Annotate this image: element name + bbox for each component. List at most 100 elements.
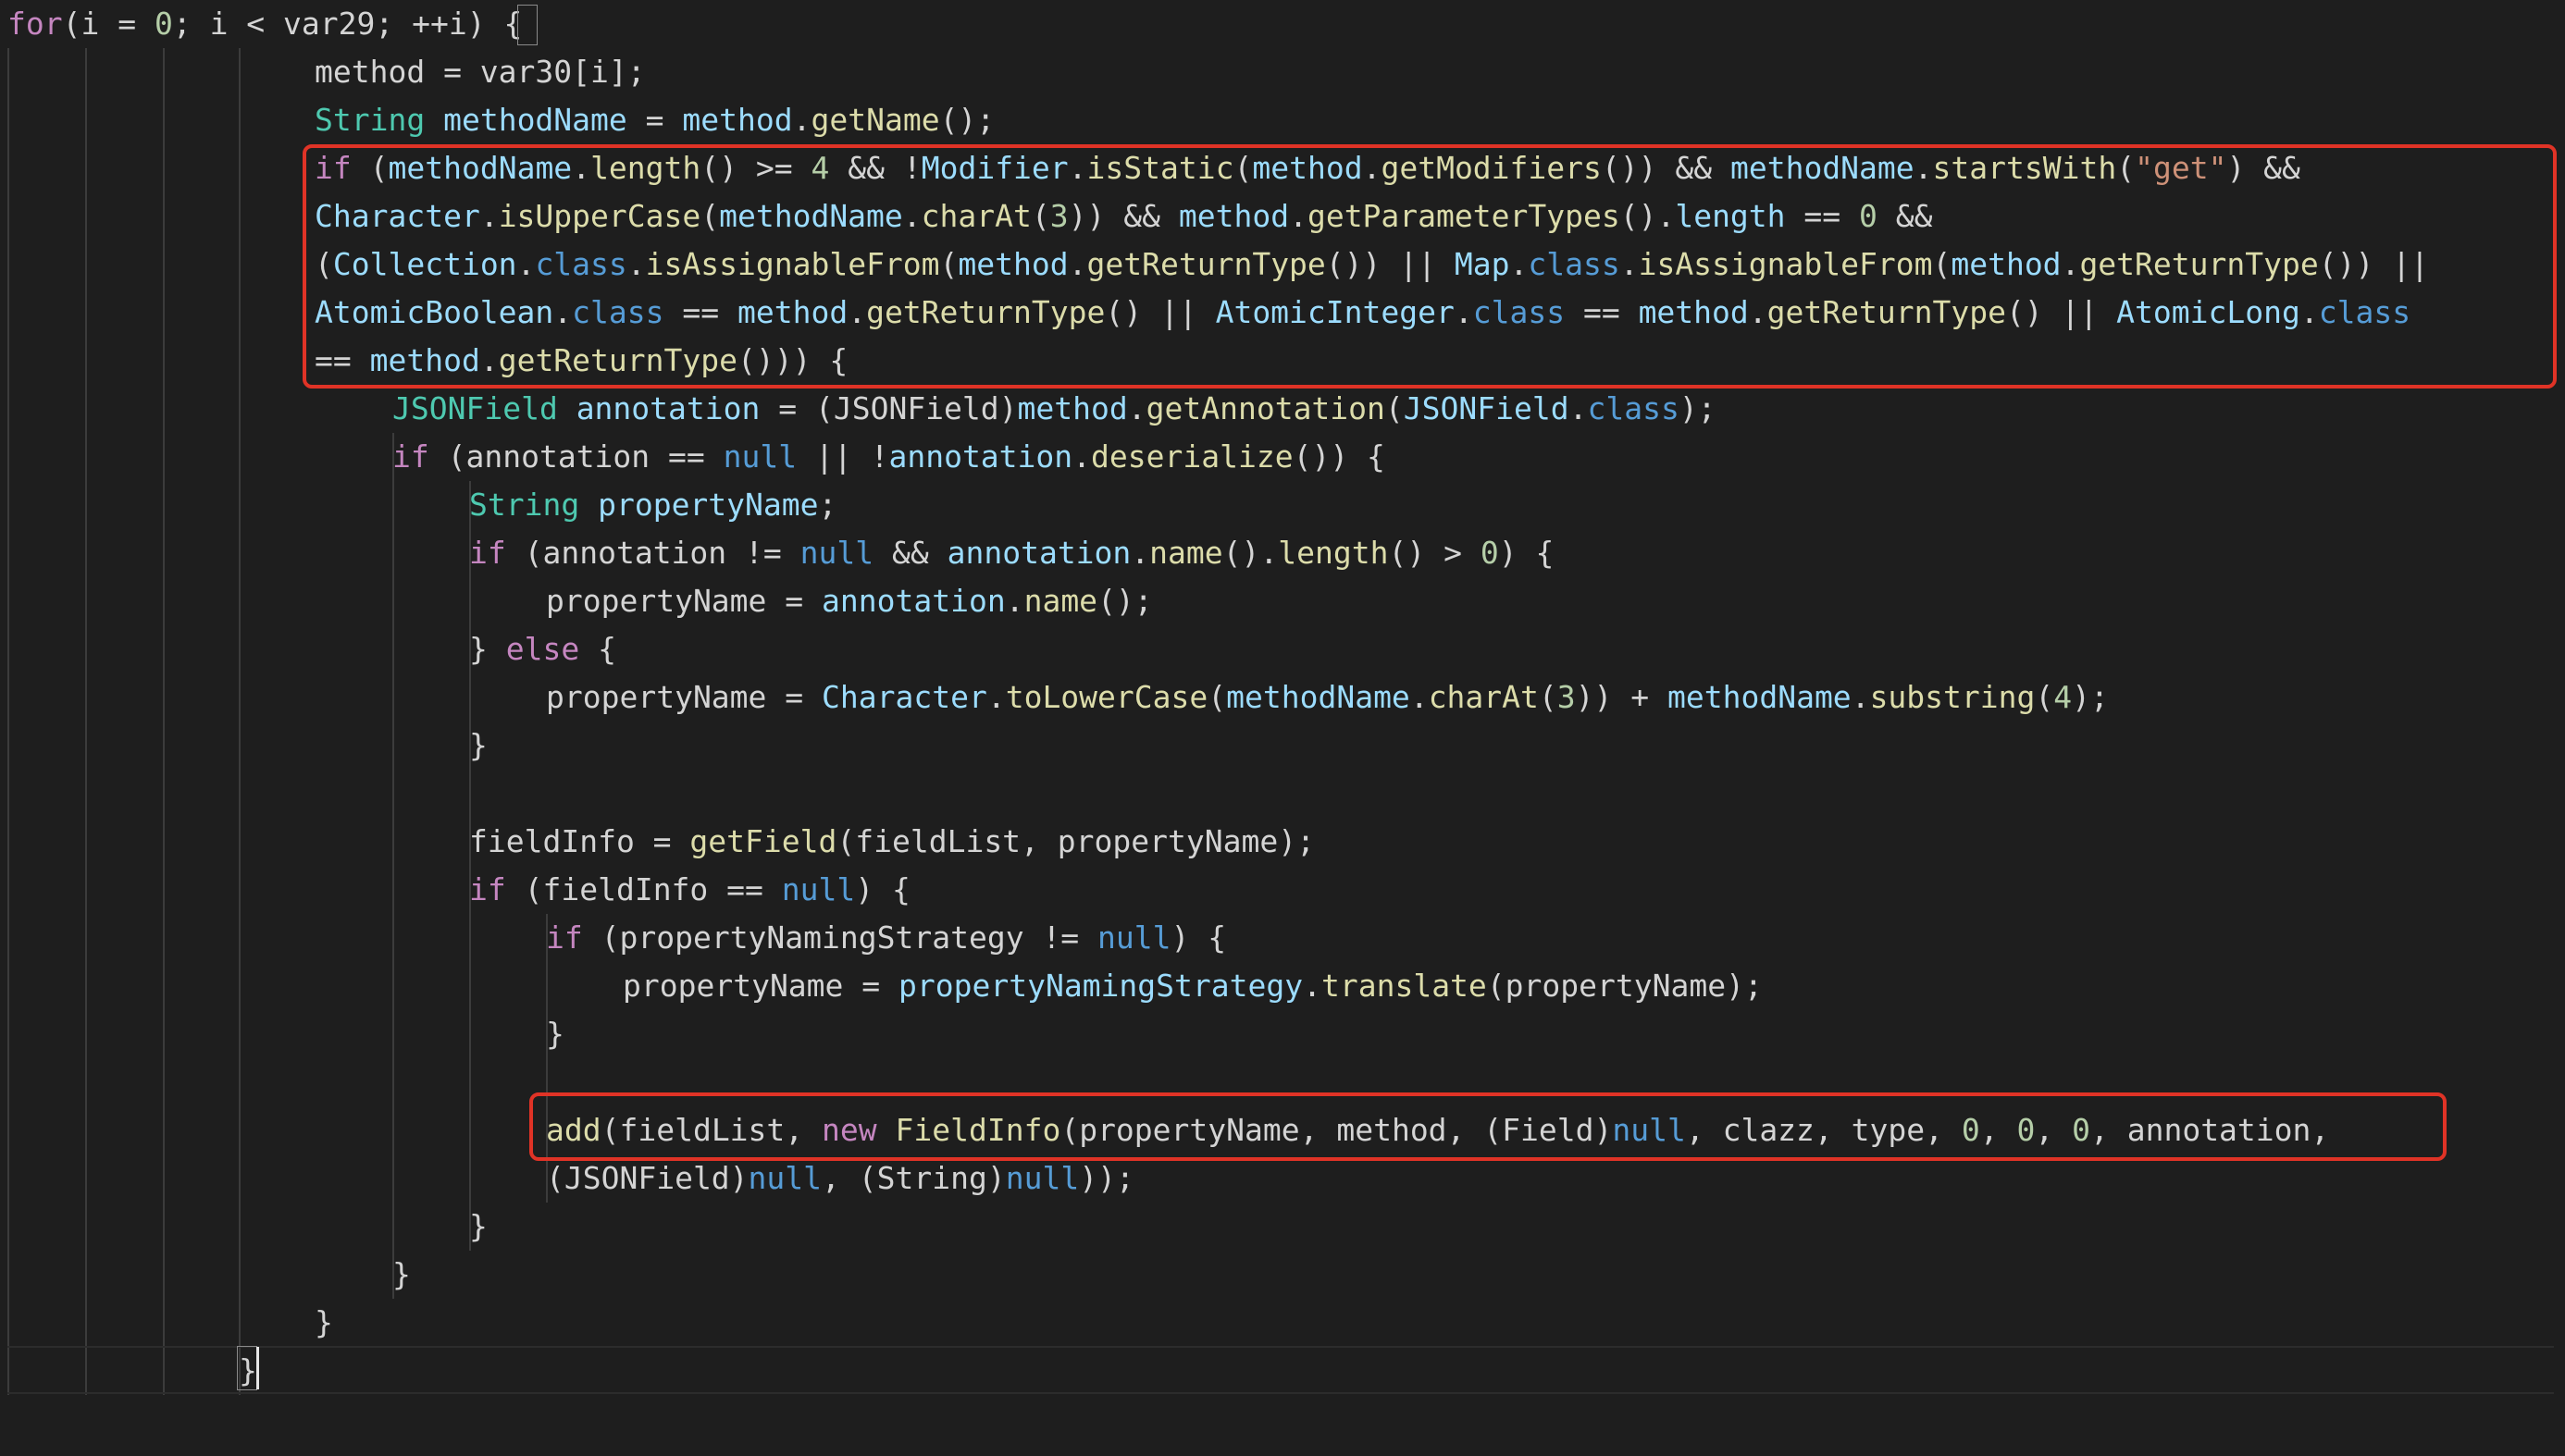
code-token: (fieldList, propertyName); [836,823,1315,859]
code-token: null [748,1160,823,1196]
code-token: ; i < var29; ++i) [172,6,504,42]
code-token: ( [1538,679,1557,715]
code-token: method [1017,390,1128,426]
code-token: String [315,102,426,138]
code-token: (propertyNamingStrategy != [582,919,1098,956]
code-token: (fieldInfo == [505,871,782,907]
code-token: . [1568,390,1588,426]
code-line[interactable]: (JSONField)null, (String)null)); [0,1154,2565,1203]
code-editor[interactable]: for(i = 0; i < var29; ++i) { method = var… [0,0,2565,1456]
code-token: deserialize [1091,438,1294,475]
code-token: getName [811,102,940,138]
code-token: getField [689,823,837,859]
code-token: ( [1208,679,1227,715]
code-token: ) { [1498,535,1555,571]
code-token: ( [1384,390,1404,426]
code-token: methodName [1667,679,1852,715]
code-token: else [505,631,580,667]
annotation-box-method-condition [303,144,2557,389]
code-token: translate [1320,968,1487,1004]
code-token: . [1127,390,1146,426]
code-token: if [469,871,506,907]
code-token: { [579,631,616,667]
code-line[interactable]: for(i = 0; i < var29; ++i) { [0,0,2565,48]
code-token: JSONField [1403,390,1569,426]
code-token: if [546,919,583,956]
code-token: } [469,727,488,763]
code-token: ()) { [1293,438,1385,475]
code-token: null [1097,919,1171,956]
code-token: . [1131,535,1150,571]
code-token: . [1005,583,1024,619]
code-token: propertyName = [546,679,823,715]
code-token: (propertyName); [1486,968,1763,1004]
code-line[interactable]: propertyName = annotation.name(); [0,577,2565,625]
code-token: ) { [1171,919,1227,956]
code-line[interactable]: if (annotation == null || !annotation.de… [0,433,2565,481]
code-token: ); [1679,390,1716,426]
code-token: if [392,438,429,475]
code-token: ( [2035,679,2054,715]
code-token: Character [822,679,987,715]
code-token: class [1587,390,1679,426]
code-token: || ! [797,438,889,475]
code-token: getAnnotation [1146,390,1385,426]
code-token: annotation [576,390,761,426]
code-line[interactable]: } [0,722,2565,770]
code-line[interactable]: if (annotation != null && annotation.nam… [0,529,2565,577]
code-line[interactable]: } [0,1203,2565,1251]
code-token: (); [1097,583,1153,619]
code-token: (); [939,102,996,138]
code-token: )) + [1575,679,1667,715]
code-line[interactable]: } [0,1299,2565,1347]
code-token: annotation [947,535,1132,571]
code-token: = (JSONField) [760,390,1018,426]
code-token: } [392,1256,411,1292]
code-token: for [7,6,63,42]
matching-bracket-open [517,5,538,45]
code-token: } [546,1016,564,1052]
code-token: (i = [62,6,155,42]
code-token: () > [1388,535,1481,571]
code-line[interactable]: JSONField annotation = (JSONField)method… [0,385,2565,433]
code-line[interactable]: if (propertyNamingStrategy != null) { [0,914,2565,962]
code-line[interactable]: propertyName = propertyNamingStrategy.tr… [0,962,2565,1010]
code-token: . [1072,438,1092,475]
code-line[interactable]: String propertyName; [0,481,2565,529]
code-token: if [469,535,506,571]
code-line[interactable]: if (fieldInfo == null) { [0,866,2565,914]
code-token: (annotation != [505,535,800,571]
code-token: null [723,438,798,475]
code-line[interactable]: } [0,1347,2565,1395]
code-line[interactable]: } [0,1010,2565,1058]
code-token: null [1005,1160,1080,1196]
code-token: . [986,679,1006,715]
code-token: ); [2072,679,2109,715]
code-line[interactable]: propertyName = Character.toLowerCase(met… [0,673,2565,722]
code-token: )); [1079,1160,1134,1196]
code-token: JSONField [392,390,558,426]
code-line[interactable]: } else { [0,625,2565,673]
code-token: annotation [822,583,1006,619]
matching-bracket-close [237,1346,257,1390]
code-token: propertyNamingStrategy [898,968,1304,1004]
code-token: String [469,487,580,523]
code-line[interactable]: fieldInfo = getField(fieldList, property… [0,818,2565,866]
code-token: ; [818,487,837,523]
code-token: 0 [154,6,173,42]
code-token: name [1023,583,1098,619]
code-line[interactable]: method = var30[i]; [0,48,2565,96]
code-line[interactable]: } [0,1251,2565,1299]
code-token: } [469,1208,488,1244]
text-cursor [256,1347,259,1389]
code-token: 3 [1556,679,1576,715]
annotation-box-add-fieldinfo-call [529,1092,2447,1161]
code-line[interactable] [0,770,2565,818]
code-token: name [1149,535,1223,571]
code-token: , (String) [822,1160,1006,1196]
code-line[interactable]: String methodName = method.getName(); [0,96,2565,144]
code-token: method = var30[i]; [315,54,646,90]
code-token: substring [1869,679,2036,715]
code-token: . [792,102,812,138]
code-token: propertyName = [623,968,899,1004]
